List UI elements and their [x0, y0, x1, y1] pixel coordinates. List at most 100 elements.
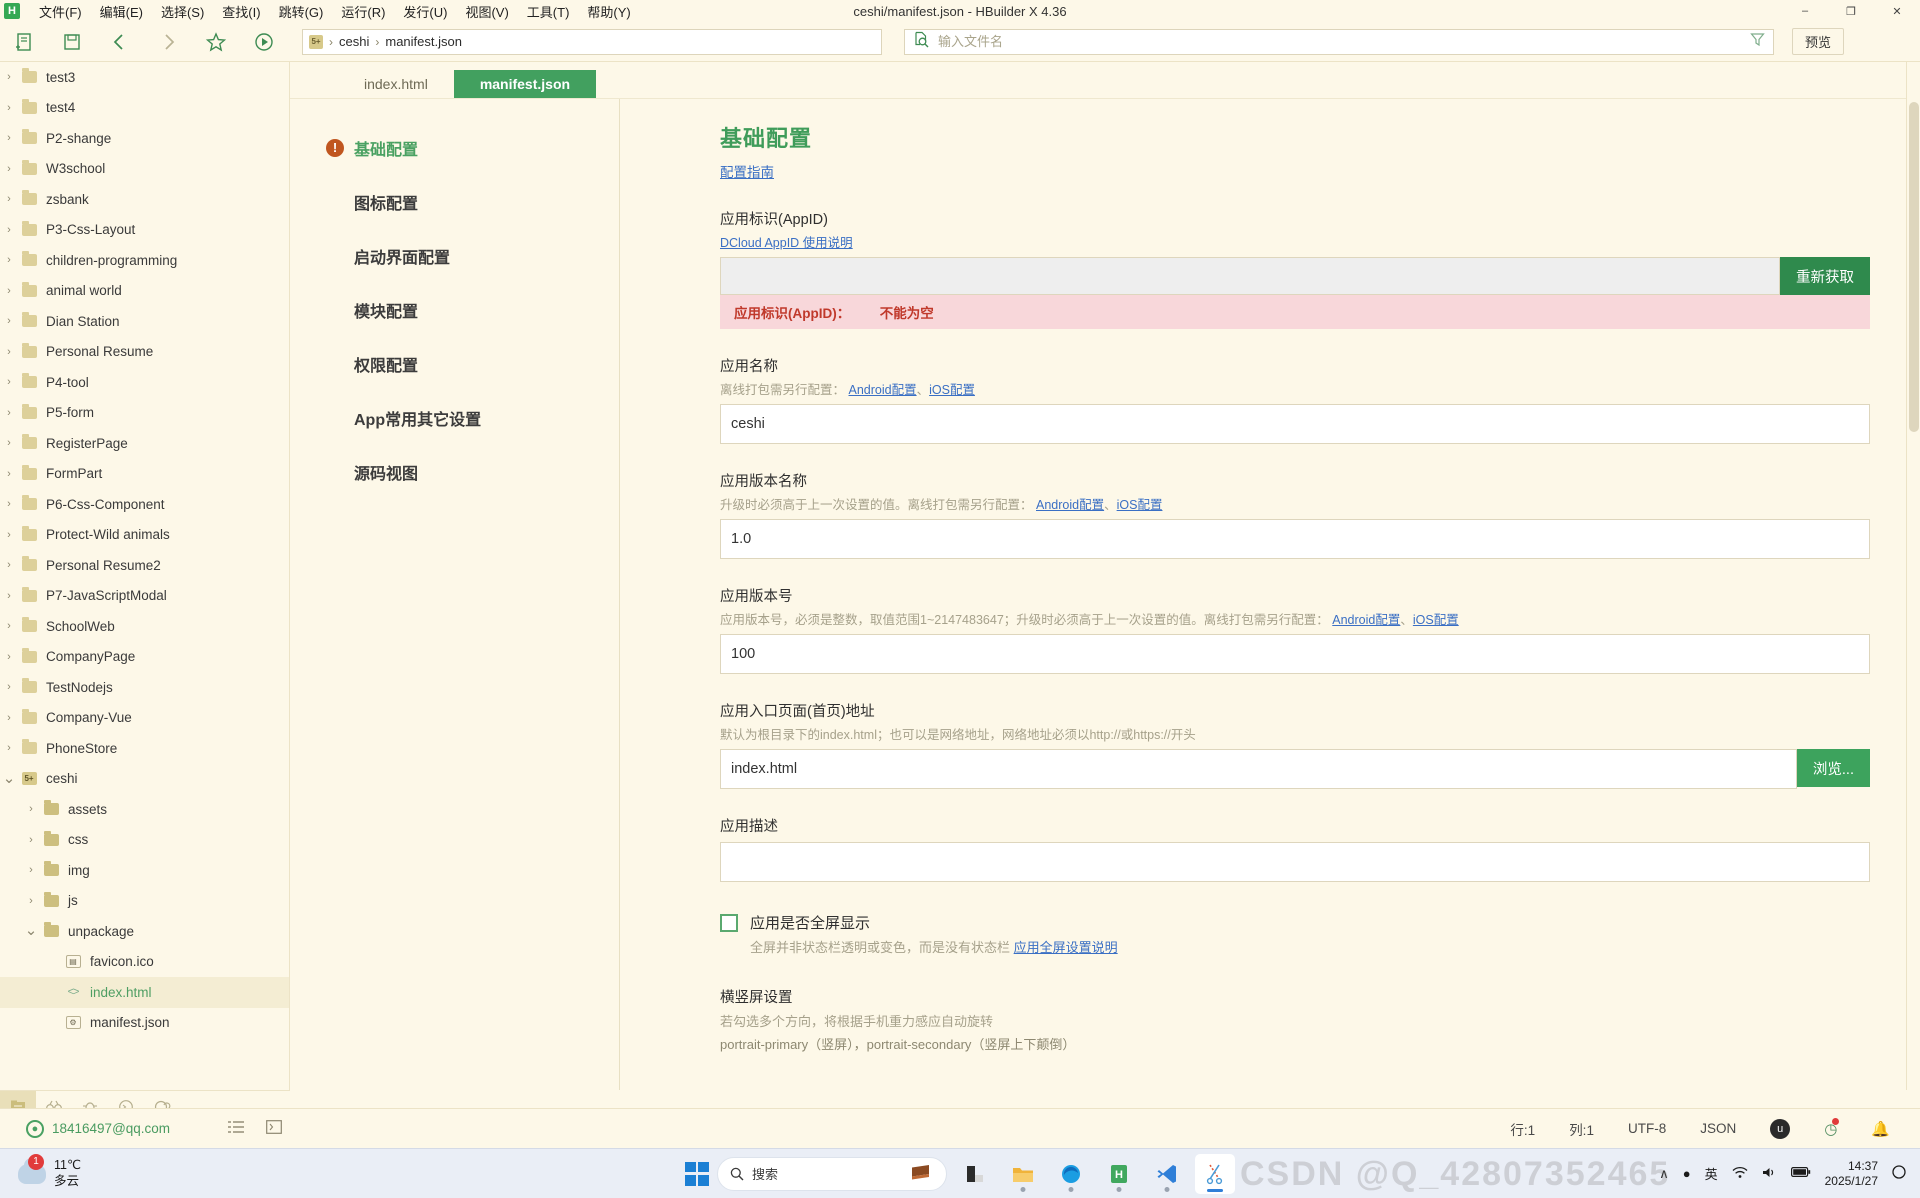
- tree-item-testnodejs[interactable]: › TestNodejs: [0, 672, 289, 703]
- tree-item-unpackage[interactable]: ⌄ unpackage: [0, 916, 289, 947]
- tray-app-icon[interactable]: ●: [1683, 1166, 1691, 1181]
- breadcrumb[interactable]: 5+ › ceshi › manifest.json: [302, 28, 882, 55]
- folder-icon[interactable]: [1003, 1154, 1043, 1194]
- fullscreen-checkbox[interactable]: [720, 914, 738, 932]
- nav-source-view[interactable]: 源码视图: [290, 445, 619, 499]
- chevron-right-icon[interactable]: ›: [0, 193, 18, 205]
- tree-item-personal-resume2[interactable]: › Personal Resume2: [0, 550, 289, 581]
- tree-item-protect-wild-animals[interactable]: › Protect-Wild animals: [0, 520, 289, 551]
- chevron-right-icon[interactable]: ›: [0, 468, 18, 480]
- tree-item-registerpage[interactable]: › RegisterPage: [0, 428, 289, 459]
- version-code-input[interactable]: [720, 634, 1870, 674]
- tree-item-dian-station[interactable]: › Dian Station: [0, 306, 289, 337]
- notification-center-icon[interactable]: [1892, 1165, 1906, 1182]
- vscode-icon[interactable]: [1147, 1154, 1187, 1194]
- scrollbar-thumb[interactable]: [1909, 102, 1919, 432]
- appid-input[interactable]: [720, 257, 1780, 295]
- fullscreen-guide-link[interactable]: 应用全屏设置说明: [1014, 940, 1118, 955]
- chevron-right-icon[interactable]: ›: [0, 742, 18, 754]
- menu-goto[interactable]: 跳转(G): [270, 0, 333, 23]
- tree-item-w3school[interactable]: › W3school: [0, 154, 289, 185]
- bell-icon[interactable]: 🔔: [1871, 1120, 1890, 1138]
- tab-manifest-json[interactable]: manifest.json: [453, 70, 597, 98]
- tree-item-companypage[interactable]: › CompanyPage: [0, 642, 289, 673]
- version-name-input[interactable]: [720, 519, 1870, 559]
- menu-select[interactable]: 选择(S): [152, 0, 213, 23]
- tree-item-css[interactable]: › css: [0, 825, 289, 856]
- nav-splash-config[interactable]: 启动界面配置: [290, 229, 619, 283]
- chevron-right-icon[interactable]: ›: [0, 224, 18, 236]
- taskbar-search[interactable]: 搜索: [717, 1156, 947, 1191]
- volume-icon[interactable]: [1762, 1166, 1777, 1182]
- chevron-right-icon[interactable]: ›: [0, 376, 18, 388]
- menu-edit[interactable]: 编辑(E): [91, 0, 152, 23]
- save-icon[interactable]: [55, 27, 89, 57]
- ios-config-link[interactable]: iOS配置: [1413, 613, 1459, 627]
- tree-item-phonestore[interactable]: › PhoneStore: [0, 733, 289, 764]
- nav-module-config[interactable]: 模块配置: [290, 283, 619, 337]
- ime-indicator[interactable]: 英: [1705, 1164, 1718, 1183]
- menu-file[interactable]: 文件(F): [30, 0, 91, 23]
- language-mode-label[interactable]: JSON: [1700, 1121, 1736, 1136]
- android-config-link[interactable]: Android配置: [1332, 613, 1400, 627]
- tree-item-p7-javascriptmodal[interactable]: › P7-JavaScriptModal: [0, 581, 289, 612]
- tree-item-children-programming[interactable]: › children-programming: [0, 245, 289, 276]
- tree-item-p2-shange[interactable]: › P2-shange: [0, 123, 289, 154]
- appname-input[interactable]: [720, 404, 1870, 444]
- tree-item-index-html[interactable]: ›<>index.html: [0, 977, 289, 1008]
- tree-item-test3[interactable]: › test3: [0, 62, 289, 93]
- chevron-right-icon[interactable]: ›: [0, 132, 18, 144]
- nav-icon-config[interactable]: 图标配置: [290, 175, 619, 229]
- start-button-icon[interactable]: [685, 1161, 709, 1186]
- file-search-input[interactable]: [938, 34, 1742, 49]
- tab-index-html[interactable]: index.html: [338, 70, 454, 98]
- chevron-right-icon[interactable]: ›: [0, 71, 18, 83]
- chevron-down-icon[interactable]: ⌄: [0, 771, 18, 786]
- tree-item-favicon-ico[interactable]: ›▤favicon.ico: [0, 947, 289, 978]
- chevron-right-icon[interactable]: ›: [0, 315, 18, 327]
- tree-item-p6-css-component[interactable]: › P6-Css-Component: [0, 489, 289, 520]
- maximize-button[interactable]: ❐: [1828, 0, 1874, 22]
- hbuilder-icon[interactable]: H: [1099, 1154, 1139, 1194]
- new-file-icon[interactable]: [7, 27, 41, 57]
- chevron-right-icon[interactable]: ›: [22, 803, 40, 815]
- menu-help[interactable]: 帮助(Y): [578, 0, 639, 23]
- tree-item-assets[interactable]: › assets: [0, 794, 289, 825]
- nav-app-other-settings[interactable]: App常用其它设置: [290, 391, 619, 445]
- chevron-right-icon[interactable]: ›: [0, 559, 18, 571]
- ios-config-link[interactable]: iOS配置: [1117, 498, 1163, 512]
- menu-view[interactable]: 视图(V): [456, 0, 517, 23]
- chevron-right-icon[interactable]: ›: [0, 651, 18, 663]
- chevron-right-icon[interactable]: ›: [0, 498, 18, 510]
- tree-item-personal-resume[interactable]: › Personal Resume: [0, 337, 289, 368]
- forward-icon[interactable]: [151, 27, 185, 57]
- description-input[interactable]: [720, 842, 1870, 882]
- chevron-right-icon[interactable]: ›: [22, 834, 40, 846]
- weather-widget[interactable]: 1 11℃ 多云: [18, 1153, 81, 1189]
- android-config-link[interactable]: Android配置: [849, 383, 917, 397]
- chevron-right-icon[interactable]: ›: [22, 895, 40, 907]
- wifi-icon[interactable]: [1732, 1166, 1748, 1182]
- breadcrumb-segment-file[interactable]: manifest.json: [385, 34, 462, 49]
- tree-item-zsbank[interactable]: › zsbank: [0, 184, 289, 215]
- chevron-right-icon[interactable]: ›: [0, 437, 18, 449]
- chevron-right-icon[interactable]: ›: [0, 163, 18, 175]
- tree-item-schoolweb[interactable]: › SchoolWeb: [0, 611, 289, 642]
- nav-basic-config[interactable]: ! 基础配置: [290, 121, 619, 175]
- favorite-icon[interactable]: [199, 27, 233, 57]
- dcloud-appid-link[interactable]: DCloud AppID 使用说明: [720, 236, 853, 250]
- chevron-right-icon[interactable]: ›: [0, 712, 18, 724]
- chevron-right-icon[interactable]: ›: [0, 590, 18, 602]
- preview-button[interactable]: 预览: [1792, 28, 1845, 55]
- file-explorer-icon[interactable]: [955, 1154, 995, 1194]
- encoding-label[interactable]: UTF-8: [1628, 1121, 1666, 1136]
- project-file-tree[interactable]: › test3 › test4 › P2-shange › W3school › zsbank › P…: [0, 62, 290, 1090]
- edge-icon[interactable]: [1051, 1154, 1091, 1194]
- battery-icon[interactable]: [1790, 1166, 1811, 1181]
- minimize-button[interactable]: –: [1782, 0, 1828, 22]
- android-config-link[interactable]: Android配置: [1036, 498, 1104, 512]
- config-guide-link[interactable]: 配置指南: [720, 161, 774, 181]
- entry-page-input[interactable]: [720, 749, 1797, 789]
- terminal-icon[interactable]: [266, 1120, 282, 1137]
- chevron-right-icon[interactable]: ›: [0, 529, 18, 541]
